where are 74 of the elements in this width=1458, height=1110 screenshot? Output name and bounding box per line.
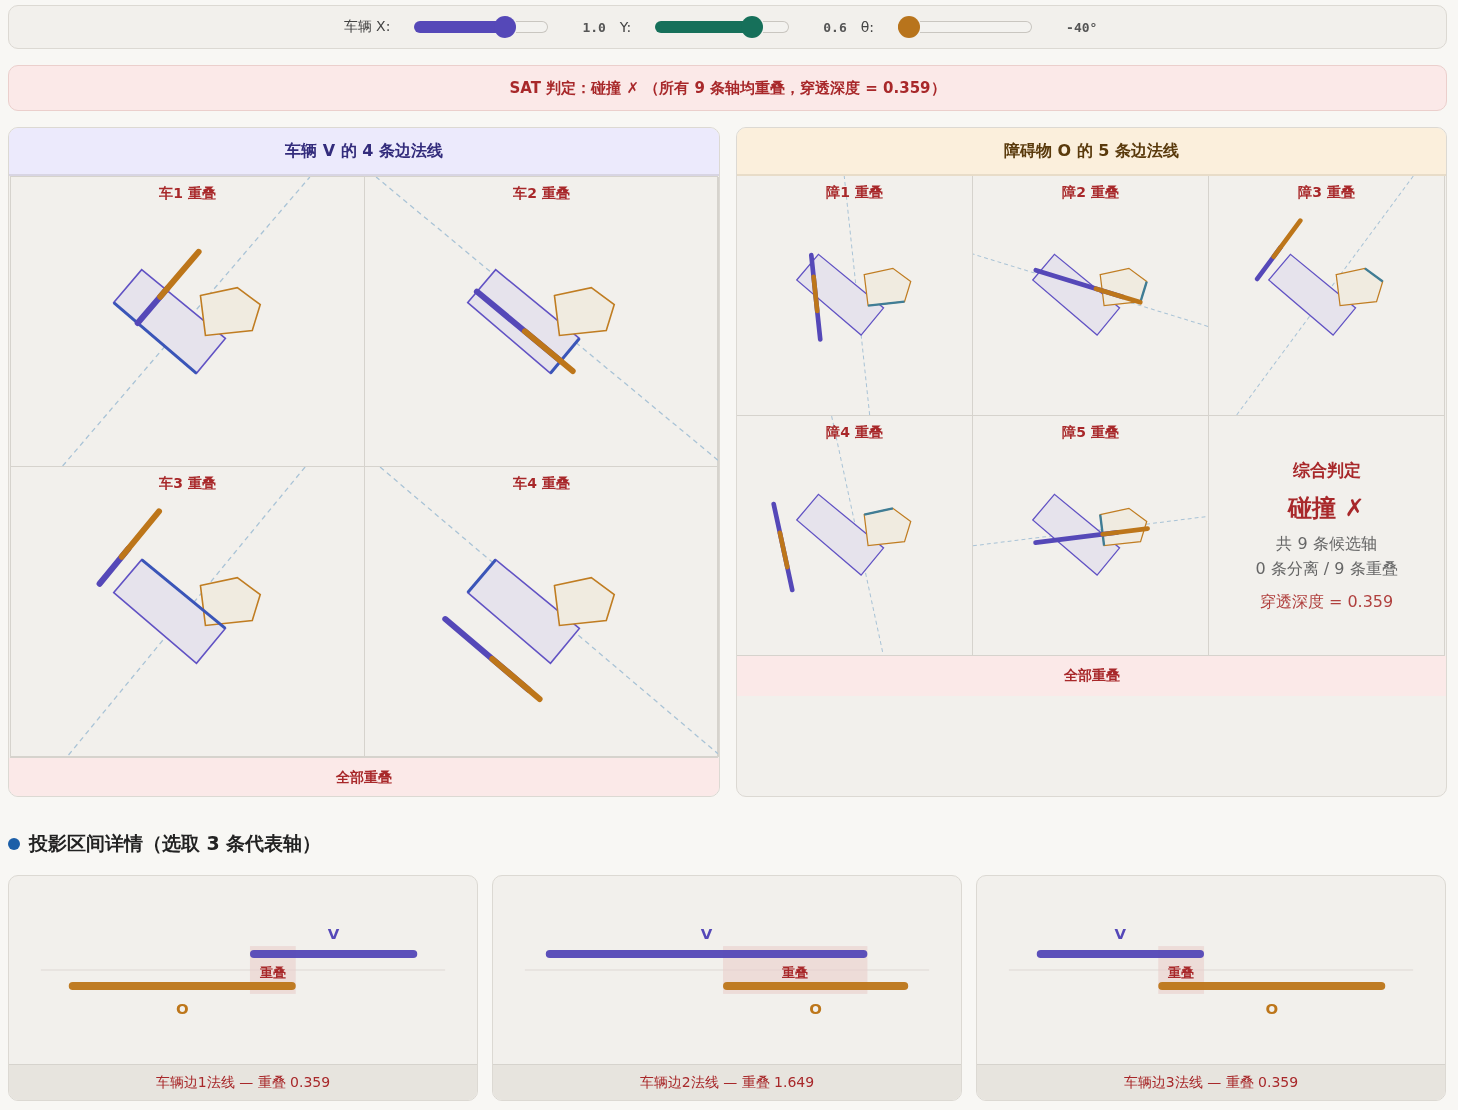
bullet-icon [8,838,20,850]
panel-footer: 全部重叠 [9,758,719,796]
highlighted-edge [863,507,894,516]
obstacle-pentagon [553,286,616,337]
obstacle-pentagon [199,286,262,337]
card-caption: 车辆边2法线 — 重叠 1.649 [493,1064,961,1100]
panel-title: 车辆 V 的 4 条边法线 [9,128,719,176]
obstacle-projection-bar [118,508,162,560]
highlighted-edge [867,300,905,307]
summary-text: 0 条分离 / 9 条重叠 [1255,558,1398,580]
obstacle-pentagon [1099,267,1148,307]
obstacle-label: O [809,999,822,1018]
card-caption: 车辆边1法线 — 重叠 0.359 [9,1064,477,1100]
overlap-label: 重叠 [1168,964,1195,980]
slider-value: 0.6 [823,19,847,35]
obstacle-projection-bar [1100,526,1150,537]
slider[interactable] [655,16,790,38]
highlighted-edge [1139,281,1148,303]
axis-label: 车2 重叠 [513,185,570,203]
vehicle-label: V [1114,925,1127,944]
slider[interactable] [898,16,1033,38]
obstacle-pentagon [863,267,912,307]
slider-thumb[interactable] [897,16,920,38]
penetration-depth: 穿透深度 = 0.359 [1259,591,1394,613]
overlap-region [249,946,296,994]
highlighted-edge [549,337,581,375]
verdict-banner: SAT 判定：碰撞 ✗ （所有 9 条轴均重叠，穿透深度 = 0.359） [8,65,1447,111]
overlap-region [1158,946,1205,994]
slider-value: -40° [1066,19,1098,35]
obstacle-projection-bar [811,274,820,314]
section-title: 投影区间详情（选取 3 条代表轴） [29,831,322,856]
slider-track [516,21,549,33]
summary-text: 共 9 条候选轴 [1276,533,1377,555]
vehicle-label: V [327,925,340,944]
obstacle-projection-bar [157,248,202,300]
axis-label: 车1 重叠 [159,185,216,203]
obstacle-label: O [1265,999,1279,1018]
obstacle-label: O [175,999,189,1018]
obstacle-projection-bar [1271,218,1303,259]
obstacle-pentagon [199,576,262,627]
axis-label: 障2 重叠 [1062,184,1119,202]
axis-label: 障1 重叠 [826,184,883,202]
overlap-label: 重叠 [259,964,286,980]
highlighted-edge [1364,267,1384,283]
obstacle-projection-bar [521,328,576,374]
highlighted-edge [1099,514,1106,546]
highlighted-edge [466,558,497,594]
panel-title: 障碍物 O 的 5 条边法线 [737,128,1446,176]
overlap-label: 重叠 [782,964,809,980]
slider-thumb[interactable] [494,16,517,38]
obstacle-pentagon [1335,267,1384,307]
obstacle-pentagon [1099,507,1148,547]
axis-label: 车3 重叠 [159,475,216,493]
card-caption: 车辆边3法线 — 重叠 0.359 [977,1064,1445,1100]
slider-track [762,21,790,33]
axis-label: 障5 重叠 [1062,424,1119,442]
obstacle-projection-bar [777,530,790,570]
slider-label: 车辆 X: [343,18,391,36]
vehicle-label: V [700,925,713,944]
obstacle-pentagon [863,507,912,547]
summary-result: 碰撞 ✗ [1288,492,1365,524]
slider-label: θ: [860,19,875,35]
summary-title: 综合判定 [1292,458,1361,482]
slider-label: Y: [619,19,632,35]
obstacle-projection-bar [489,655,543,703]
axis-label: 车4 重叠 [513,475,570,493]
slider-thumb[interactable] [740,16,763,38]
axis-label: 障4 重叠 [826,424,883,442]
slider[interactable] [414,16,549,38]
obstacle-pentagon [553,576,616,627]
axis-label: 障3 重叠 [1298,184,1355,202]
panel-footer: 全部重叠 [737,656,1446,696]
obstacle-projection-bar [1093,286,1143,305]
slider-value: 1.0 [582,19,606,35]
